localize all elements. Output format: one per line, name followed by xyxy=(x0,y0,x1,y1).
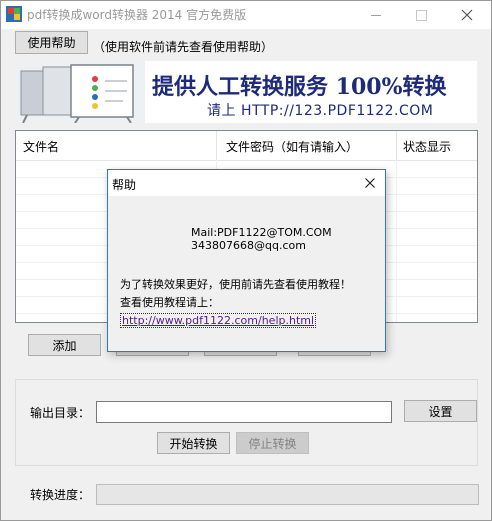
close-icon xyxy=(365,178,375,188)
help-button[interactable]: 使用帮助 xyxy=(15,31,88,54)
minimize-icon xyxy=(371,14,381,16)
output-dir-label: 输出目录： xyxy=(30,406,91,420)
dialog-qq-text: 343807668@qq.com xyxy=(191,239,306,252)
help-dialog: 帮助 Mail:PDF1122@TOM.COM 343807668@qq.com… xyxy=(107,169,386,352)
help-note: （使用软件前请先查看使用帮助） xyxy=(93,40,274,54)
progress-bar xyxy=(96,484,479,505)
banner-subline: 请上 HTTP://123.PDF1122.COM xyxy=(207,103,434,119)
banner: 提供人工转换服务 100%转换 请上 HTTP://123.PDF1122.CO… xyxy=(15,61,477,123)
settings-button[interactable]: 设置 xyxy=(404,400,477,422)
column-separator xyxy=(216,131,217,160)
banner-headline: 提供人工转换服务 100%转换 xyxy=(152,74,447,100)
whiteboard-illustration-icon xyxy=(15,61,145,123)
dialog-title: 帮助 xyxy=(112,178,137,192)
close-icon xyxy=(461,9,473,21)
main-window: pdf转换成word转换器 2014 官方免费版 使用帮助 （使用软件前请先查看… xyxy=(0,0,492,521)
output-dir-input[interactable] xyxy=(96,401,392,423)
title-bar[interactable]: pdf转换成word转换器 2014 官方免费版 xyxy=(1,1,491,29)
dialog-tutorial-text: 查看使用教程请上： xyxy=(120,296,219,309)
file-list-header: 文件名 文件密码（如有请输入） 状态显示 xyxy=(16,131,477,161)
column-filename[interactable]: 文件名 xyxy=(23,138,59,155)
stop-convert-button[interactable]: 停止转换 xyxy=(236,432,309,454)
column-separator xyxy=(396,131,397,160)
app-logo-icon xyxy=(6,6,22,22)
window-title: pdf转换成word转换器 2014 官方免费版 xyxy=(27,8,247,22)
column-status[interactable]: 状态显示 xyxy=(403,138,451,155)
maximize-button[interactable] xyxy=(399,1,443,29)
dialog-mail-text: Mail:PDF1122@TOM.COM xyxy=(191,226,332,239)
start-convert-button[interactable]: 开始转换 xyxy=(157,432,230,454)
dialog-close-button[interactable] xyxy=(360,174,380,192)
maximize-icon xyxy=(415,9,427,21)
dialog-title-bar[interactable]: 帮助 xyxy=(108,170,385,196)
close-button[interactable] xyxy=(445,1,489,29)
add-button[interactable]: 添加 xyxy=(28,334,101,356)
dialog-tip-text: 为了转换效果更好，使用前请先查看使用教程！ xyxy=(120,278,351,291)
column-password[interactable]: 文件密码（如有请输入） xyxy=(226,138,358,155)
minimize-button[interactable] xyxy=(354,1,398,29)
progress-label: 转换进度： xyxy=(30,488,91,502)
column-divider xyxy=(396,160,397,322)
dialog-help-link[interactable]: http://www.pdf1122.com/help.html xyxy=(120,313,317,328)
